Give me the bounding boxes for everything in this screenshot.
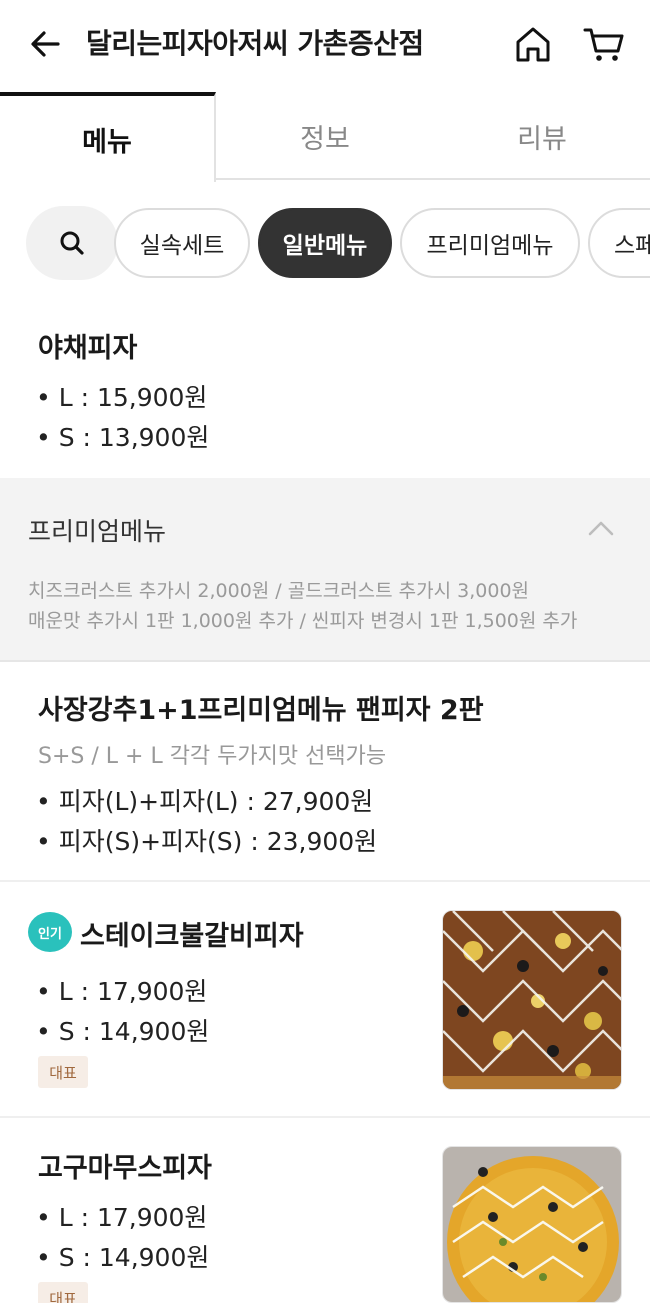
chevron-up-icon[interactable] bbox=[586, 518, 616, 538]
pizza-photo bbox=[442, 1146, 622, 1303]
menu-item-price: • L : 17,900원 bbox=[36, 1203, 208, 1232]
section-title: 프리미엄메뉴 bbox=[28, 517, 167, 546]
cart-icon[interactable] bbox=[582, 24, 626, 64]
tab-menu[interactable]: 메뉴 bbox=[0, 92, 216, 182]
store-title: 달리는피자아저씨 가촌증산점 bbox=[86, 27, 424, 60]
divider bbox=[0, 880, 650, 882]
menu-item-price: • 피자(S)+피자(S) : 23,900원 bbox=[36, 827, 378, 856]
menu-item-price: • 피자(L)+피자(L) : 27,900원 bbox=[36, 787, 374, 816]
home-icon[interactable] bbox=[512, 24, 554, 64]
menu-item-description: S+S / L + L 각각 두가지맛 선택가능 bbox=[38, 744, 387, 769]
pizza-photo bbox=[442, 910, 622, 1090]
chip-special[interactable]: 스페 bbox=[588, 208, 650, 278]
menu-item-name: 스테이크불갈비피자 bbox=[80, 921, 304, 952]
menu-item-name: 야채피자 bbox=[38, 333, 138, 364]
section-premium-header[interactable]: 프리미엄메뉴 치즈크러스트 추가시 2,000원 / 골드크러스트 추가시 3,… bbox=[0, 478, 650, 662]
menu-item-price: • S : 14,900원 bbox=[36, 1017, 210, 1046]
chip-value-set[interactable]: 실속세트 bbox=[114, 208, 250, 278]
menu-item-price: • S : 13,900원 bbox=[36, 423, 210, 452]
popular-badge: 인기 bbox=[28, 912, 72, 952]
menu-item-name: 사장강추1+1프리미엄메뉴 팬피자 2판 bbox=[38, 695, 484, 726]
signature-tag: 대표 bbox=[38, 1282, 88, 1303]
arrow-left-icon[interactable] bbox=[26, 24, 66, 64]
search-icon bbox=[60, 231, 84, 255]
search-button[interactable] bbox=[26, 206, 118, 280]
divider bbox=[0, 1116, 650, 1118]
section-note: 매운맛 추가시 1판 1,000원 추가 / 씬피자 변경시 1판 1,500원… bbox=[28, 610, 578, 632]
menu-item-price: • L : 15,900원 bbox=[36, 383, 208, 412]
chip-premium-menu[interactable]: 프리미엄메뉴 bbox=[400, 208, 580, 278]
tab-info[interactable]: 정보 bbox=[216, 92, 434, 180]
store-tabs: 메뉴 정보 리뷰 bbox=[0, 92, 650, 182]
section-note: 치즈크러스트 추가시 2,000원 / 골드크러스트 추가시 3,000원 bbox=[28, 580, 530, 602]
category-chips: 실속세트 일반메뉴 프리미엄메뉴 스페 bbox=[0, 204, 650, 282]
menu-item-price: • S : 14,900원 bbox=[36, 1243, 210, 1272]
menu-item-price: • L : 17,900원 bbox=[36, 977, 208, 1006]
app-header: 달리는피자아저씨 가촌증산점 bbox=[0, 0, 650, 92]
tab-reviews[interactable]: 리뷰 bbox=[434, 92, 650, 180]
menu-item-name: 고구마무스피자 bbox=[38, 1153, 212, 1184]
signature-tag: 대표 bbox=[38, 1056, 88, 1088]
chip-regular-menu[interactable]: 일반메뉴 bbox=[258, 208, 392, 278]
